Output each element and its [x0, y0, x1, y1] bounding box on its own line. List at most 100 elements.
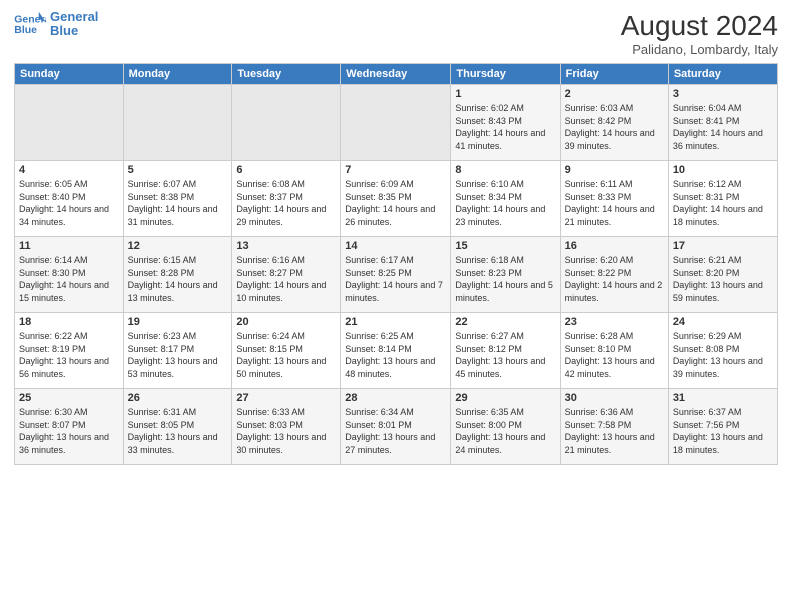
- calendar-week-4: 18Sunrise: 6:22 AM Sunset: 8:19 PM Dayli…: [15, 313, 778, 389]
- cell-content: Sunrise: 6:23 AM Sunset: 8:17 PM Dayligh…: [128, 330, 228, 380]
- calendar-header-row: SundayMondayTuesdayWednesdayThursdayFrid…: [15, 64, 778, 85]
- calendar-cell: 8 Sunrise: 6:10 AM Sunset: 8:34 PM Daylig…: [451, 161, 560, 237]
- day-number: 9: [565, 164, 664, 176]
- calendar-cell: 9Sunrise: 6:11 AM Sunset: 8:33 PM Daylig…: [560, 161, 668, 237]
- calendar-cell: 30Sunrise: 6:36 AM Sunset: 7:58 PM Dayli…: [560, 389, 668, 465]
- page-header: General Blue GeneralBlue August 2024 Pal…: [14, 10, 778, 57]
- calendar-cell: 6 Sunrise: 6:08 AM Sunset: 8:37 PM Daylig…: [232, 161, 341, 237]
- cell-content: Sunrise: 6:25 AM Sunset: 8:14 PM Dayligh…: [345, 330, 446, 380]
- day-number: 1: [455, 88, 555, 100]
- calendar-cell: 29 Sunrise: 6:35 AM Sunset: 8:00 PM Dayli…: [451, 389, 560, 465]
- day-number: 26: [128, 392, 228, 404]
- day-number: 6: [236, 164, 336, 176]
- cell-content: Sunrise: 6:02 AM Sunset: 8:43 PM Dayligh…: [455, 102, 555, 152]
- day-number: 29: [455, 392, 555, 404]
- day-number: 7: [345, 164, 446, 176]
- calendar-cell: 24 Sunrise: 6:29 AM Sunset: 8:08 PM Dayli…: [668, 313, 777, 389]
- day-number: 23: [565, 316, 664, 328]
- day-number: 18: [19, 316, 119, 328]
- calendar-week-1: 1 Sunrise: 6:02 AM Sunset: 8:43 PM Daylig…: [15, 85, 778, 161]
- day-number: 24: [673, 316, 773, 328]
- cell-content: Sunrise: 6:21 AM Sunset: 8:20 PM Dayligh…: [673, 254, 773, 304]
- cell-content: Sunrise: 6:03 AM Sunset: 8:42 PM Dayligh…: [565, 102, 664, 152]
- calendar-cell: 14Sunrise: 6:17 AM Sunset: 8:25 PM Dayli…: [341, 237, 451, 313]
- calendar-cell: 16Sunrise: 6:20 AM Sunset: 8:22 PM Dayli…: [560, 237, 668, 313]
- day-number: 20: [236, 316, 336, 328]
- cell-content: Sunrise: 6:20 AM Sunset: 8:22 PM Dayligh…: [565, 254, 664, 304]
- cell-content: Sunrise: 6:29 AM Sunset: 8:08 PM Dayligh…: [673, 330, 773, 380]
- calendar-cell: 13 Sunrise: 6:16 AM Sunset: 8:27 PM Dayli…: [232, 237, 341, 313]
- day-number: 13: [236, 240, 336, 252]
- calendar-cell: 31 Sunrise: 6:37 AM Sunset: 7:56 PM Dayli…: [668, 389, 777, 465]
- calendar-cell: 1 Sunrise: 6:02 AM Sunset: 8:43 PM Daylig…: [451, 85, 560, 161]
- cell-content: Sunrise: 6:30 AM Sunset: 8:07 PM Dayligh…: [19, 406, 119, 456]
- logo-icon: General Blue: [14, 10, 46, 38]
- day-number: 2: [565, 88, 664, 100]
- calendar-cell: 26 Sunrise: 6:31 AM Sunset: 8:05 PM Dayli…: [123, 389, 232, 465]
- day-number: 28: [345, 392, 446, 404]
- calendar-cell: [15, 85, 124, 161]
- calendar-cell: 12 Sunrise: 6:15 AM Sunset: 8:28 PM Dayli…: [123, 237, 232, 313]
- calendar-cell: 28 Sunrise: 6:34 AM Sunset: 8:01 PM Dayli…: [341, 389, 451, 465]
- cell-content: Sunrise: 6:15 AM Sunset: 8:28 PM Dayligh…: [128, 254, 228, 304]
- day-header-monday: Monday: [123, 64, 232, 85]
- calendar-cell: 7 Sunrise: 6:09 AM Sunset: 8:35 PM Daylig…: [341, 161, 451, 237]
- calendar-cell: 19 Sunrise: 6:23 AM Sunset: 8:17 PM Dayli…: [123, 313, 232, 389]
- day-number: 15: [455, 240, 555, 252]
- calendar-cell: 18Sunrise: 6:22 AM Sunset: 8:19 PM Dayli…: [15, 313, 124, 389]
- day-number: 19: [128, 316, 228, 328]
- calendar-cell: 23 Sunrise: 6:28 AM Sunset: 8:10 PM Dayli…: [560, 313, 668, 389]
- location-subtitle: Palidano, Lombardy, Italy: [621, 42, 778, 57]
- day-header-friday: Friday: [560, 64, 668, 85]
- calendar-cell: 11 Sunrise: 6:14 AM Sunset: 8:30 PM Dayli…: [15, 237, 124, 313]
- cell-content: Sunrise: 6:34 AM Sunset: 8:01 PM Dayligh…: [345, 406, 446, 456]
- calendar-cell: [123, 85, 232, 161]
- calendar-cell: [341, 85, 451, 161]
- day-number: 12: [128, 240, 228, 252]
- day-number: 30: [565, 392, 664, 404]
- cell-content: Sunrise: 6:35 AM Sunset: 8:00 PM Dayligh…: [455, 406, 555, 456]
- svg-text:Blue: Blue: [14, 24, 37, 36]
- day-number: 25: [19, 392, 119, 404]
- calendar-cell: 17Sunrise: 6:21 AM Sunset: 8:20 PM Dayli…: [668, 237, 777, 313]
- day-header-tuesday: Tuesday: [232, 64, 341, 85]
- cell-content: Sunrise: 6:28 AM Sunset: 8:10 PM Dayligh…: [565, 330, 664, 380]
- cell-content: Sunrise: 6:08 AM Sunset: 8:37 PM Dayligh…: [236, 178, 336, 228]
- day-number: 11: [19, 240, 119, 252]
- cell-content: Sunrise: 6:24 AM Sunset: 8:15 PM Dayligh…: [236, 330, 336, 380]
- day-number: 4: [19, 164, 119, 176]
- calendar-table: SundayMondayTuesdayWednesdayThursdayFrid…: [14, 63, 778, 465]
- cell-content: Sunrise: 6:07 AM Sunset: 8:38 PM Dayligh…: [128, 178, 228, 228]
- cell-content: Sunrise: 6:31 AM Sunset: 8:05 PM Dayligh…: [128, 406, 228, 456]
- calendar-cell: 5 Sunrise: 6:07 AM Sunset: 8:38 PM Daylig…: [123, 161, 232, 237]
- calendar-cell: 15Sunrise: 6:18 AM Sunset: 8:23 PM Dayli…: [451, 237, 560, 313]
- day-number: 31: [673, 392, 773, 404]
- logo: General Blue GeneralBlue: [14, 10, 98, 39]
- day-number: 21: [345, 316, 446, 328]
- day-header-thursday: Thursday: [451, 64, 560, 85]
- day-number: 8: [455, 164, 555, 176]
- cell-content: Sunrise: 6:16 AM Sunset: 8:27 PM Dayligh…: [236, 254, 336, 304]
- month-year-title: August 2024: [621, 10, 778, 42]
- cell-content: Sunrise: 6:14 AM Sunset: 8:30 PM Dayligh…: [19, 254, 119, 304]
- calendar-week-3: 11 Sunrise: 6:14 AM Sunset: 8:30 PM Dayli…: [15, 237, 778, 313]
- day-header-wednesday: Wednesday: [341, 64, 451, 85]
- calendar-week-5: 25 Sunrise: 6:30 AM Sunset: 8:07 PM Dayli…: [15, 389, 778, 465]
- logo-text: GeneralBlue: [50, 10, 98, 39]
- cell-content: Sunrise: 6:27 AM Sunset: 8:12 PM Dayligh…: [455, 330, 555, 380]
- calendar-cell: 27Sunrise: 6:33 AM Sunset: 8:03 PM Dayli…: [232, 389, 341, 465]
- day-header-saturday: Saturday: [668, 64, 777, 85]
- day-number: 5: [128, 164, 228, 176]
- calendar-cell: 10Sunrise: 6:12 AM Sunset: 8:31 PM Dayli…: [668, 161, 777, 237]
- calendar-cell: 20 Sunrise: 6:24 AM Sunset: 8:15 PM Dayli…: [232, 313, 341, 389]
- calendar-cell: 22Sunrise: 6:27 AM Sunset: 8:12 PM Dayli…: [451, 313, 560, 389]
- calendar-cell: 2 Sunrise: 6:03 AM Sunset: 8:42 PM Daylig…: [560, 85, 668, 161]
- title-block: August 2024 Palidano, Lombardy, Italy: [621, 10, 778, 57]
- cell-content: Sunrise: 6:17 AM Sunset: 8:25 PM Dayligh…: [345, 254, 446, 304]
- cell-content: Sunrise: 6:37 AM Sunset: 7:56 PM Dayligh…: [673, 406, 773, 456]
- cell-content: Sunrise: 6:10 AM Sunset: 8:34 PM Dayligh…: [455, 178, 555, 228]
- cell-content: Sunrise: 6:09 AM Sunset: 8:35 PM Dayligh…: [345, 178, 446, 228]
- day-number: 10: [673, 164, 773, 176]
- day-number: 3: [673, 88, 773, 100]
- day-number: 27: [236, 392, 336, 404]
